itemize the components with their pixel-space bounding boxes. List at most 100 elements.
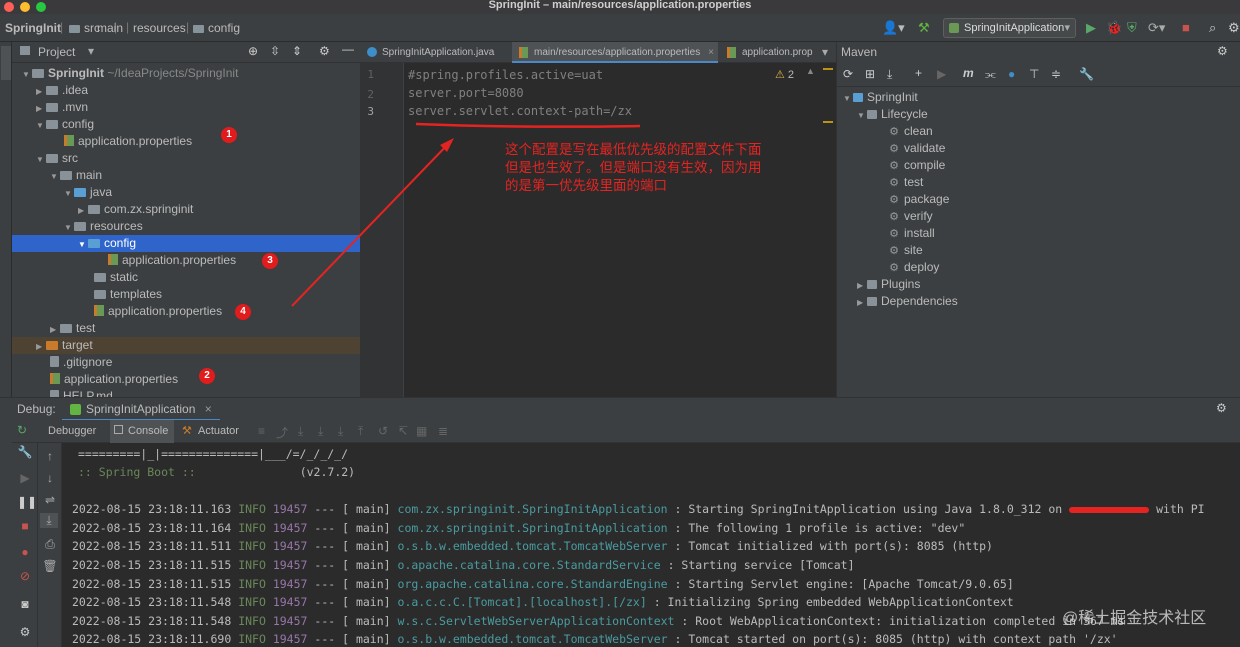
gear-icon: ⚙ bbox=[889, 245, 899, 257]
chevron-right-icon[interactable]: ▶ bbox=[857, 294, 867, 311]
wrench-icon[interactable]: 🔧 bbox=[17, 445, 33, 459]
console-action-strip: ↑ ↓ ⇌ ⤓ ⎙ 🗑 bbox=[38, 443, 62, 647]
gear-icon[interactable]: ⚙ bbox=[1217, 44, 1228, 58]
gear-icon: ⚙ bbox=[889, 160, 899, 172]
debug-session-tab[interactable]: SpringInitApplication × bbox=[62, 398, 220, 421]
wrench-icon[interactable]: 🔧 bbox=[1079, 67, 1094, 81]
folder-icon bbox=[867, 110, 877, 119]
chevron-down-icon[interactable]: ▼ bbox=[857, 107, 867, 124]
debug-panel-header: Debug: SpringInitApplication × ⚙ bbox=[0, 397, 1240, 421]
gear-icon: ⚙ bbox=[889, 211, 899, 223]
pause-icon[interactable]: ❚❚ bbox=[17, 495, 37, 509]
evaluate-icon[interactable]: ▦ bbox=[416, 424, 427, 438]
log-line: 2022-08-15 23:18:11.515 INFO 19457 --- [… bbox=[72, 558, 855, 572]
annotation-note: 这个配置是写在最低优先级的配置文件下面 但是也生效了。但是端口没有生效，因为用 … bbox=[505, 141, 762, 195]
chevron-down-icon[interactable]: ▼ bbox=[843, 90, 853, 107]
chevron-right-icon[interactable]: ▶ bbox=[857, 277, 867, 294]
print-icon[interactable]: ⎙ bbox=[42, 537, 58, 552]
toggle-offline-icon[interactable]: ⫘ bbox=[985, 67, 996, 82]
add-icon[interactable]: + bbox=[915, 66, 922, 80]
actuator-icon: ⚒ bbox=[182, 425, 192, 437]
banner-line: =========|_|==============|___/=/_/_/_/ bbox=[78, 447, 349, 461]
mute-breakpoints-icon[interactable]: ⊘ bbox=[17, 569, 33, 583]
step-out-icon[interactable]: ⤒ bbox=[358, 424, 363, 439]
maven-goal-validate[interactable]: ⚙ validate bbox=[889, 140, 945, 157]
maven-goal-deploy[interactable]: ⚙ deploy bbox=[889, 259, 939, 276]
step-over-icon[interactable]: ⤓ bbox=[298, 424, 303, 439]
trace-icon[interactable]: ≣ bbox=[438, 424, 448, 438]
drop-frame-icon[interactable]: ↺ bbox=[378, 424, 388, 438]
trash-icon[interactable]: 🗑 bbox=[42, 559, 58, 573]
log-line: 2022-08-15 23:18:11.164 INFO 19457 --- [… bbox=[72, 521, 966, 535]
gear-icon: ⚙ bbox=[889, 194, 899, 206]
folder-icon bbox=[867, 280, 877, 289]
camera-icon[interactable]: ◙ bbox=[17, 597, 33, 611]
maven-project-springinit[interactable]: ▼ SpringInit bbox=[843, 89, 918, 106]
settings-icon[interactable]: ⚙ bbox=[17, 625, 33, 639]
rerun-icon[interactable]: ↻ bbox=[17, 423, 27, 437]
gear-icon: ⚙ bbox=[889, 143, 899, 155]
gear-icon: ⚙ bbox=[889, 126, 899, 138]
close-tab-icon[interactable]: × bbox=[205, 402, 212, 416]
maven-goal-compile[interactable]: ⚙ compile bbox=[889, 157, 945, 174]
log-line: 2022-08-15 23:18:11.515 INFO 19457 --- [… bbox=[72, 577, 1014, 591]
watermark: @稀土掘金技术社区 bbox=[1062, 610, 1207, 627]
maven-goal-test[interactable]: ⚙ test bbox=[889, 174, 923, 191]
folder-icon bbox=[867, 297, 877, 306]
annotation-arrow-line bbox=[291, 139, 453, 307]
annotation-line: 但是也生效了。但是端口没有生效，因为用 bbox=[505, 160, 762, 175]
up-arrow-icon[interactable]: ↑ bbox=[42, 449, 58, 463]
resume-icon[interactable]: ▶ bbox=[17, 471, 33, 485]
layout-icon[interactable]: ≡ bbox=[258, 424, 265, 438]
gear-icon: ⚙ bbox=[889, 228, 899, 240]
skip-tests-icon[interactable]: ● bbox=[1008, 67, 1015, 81]
maven-goal-package[interactable]: ⚙ package bbox=[889, 191, 949, 208]
gear-icon: ⚙ bbox=[889, 177, 899, 189]
show-execution-point-icon[interactable]: ⤴ bbox=[276, 424, 288, 441]
down-arrow-icon[interactable]: ↓ bbox=[42, 471, 58, 485]
maven-panel-header: Maven ⚙ bbox=[836, 42, 1240, 63]
left-tool-strip bbox=[0, 420, 12, 647]
maven-plugins[interactable]: ▶ Plugins bbox=[857, 276, 920, 293]
annotation-line: 这个配置是写在最低优先级的配置文件下面 bbox=[505, 142, 762, 157]
log-line: 2022-08-15 23:18:11.511 INFO 19457 --- [… bbox=[72, 539, 993, 553]
view-breakpoints-icon[interactable]: ● bbox=[17, 545, 33, 559]
maven-toolbar: ⟳ ⊞ ⤓ + ▶ m ⫘ ● ⊤ ≑ 🔧 bbox=[836, 63, 1240, 87]
annotation-underline bbox=[415, 122, 641, 128]
console-icon bbox=[114, 425, 123, 434]
annotation-line: 的是第一优先级里面的端口 bbox=[505, 178, 667, 193]
run-icon[interactable]: ▶ bbox=[937, 67, 946, 81]
log-line: 2022-08-15 23:18:11.690 INFO 19457 --- [… bbox=[72, 632, 1118, 646]
gear-icon[interactable]: ⚙ bbox=[1216, 401, 1227, 415]
spring-boot-version-line: :: Spring Boot :: (v2.7.2) bbox=[78, 465, 356, 479]
step-into-icon[interactable]: ⤓ bbox=[318, 424, 323, 439]
collapse-icon[interactable]: ≑ bbox=[1051, 67, 1061, 81]
stop-icon[interactable]: ■ bbox=[17, 519, 33, 533]
reload-icon[interactable]: ⟳ bbox=[843, 67, 853, 81]
run-to-cursor-icon[interactable]: ↸ bbox=[398, 424, 408, 438]
download-icon[interactable]: ⤓ bbox=[887, 67, 892, 82]
force-step-into-icon[interactable]: ⤓ bbox=[338, 424, 343, 439]
scroll-to-end-icon[interactable]: ⤓ bbox=[40, 513, 58, 528]
maven-lifecycle[interactable]: ▼ Lifecycle bbox=[857, 106, 928, 123]
log-line: 2022-08-15 23:18:11.548 INFO 19457 --- [… bbox=[72, 595, 1014, 609]
log-line: 2022-08-15 23:18:11.163 INFO 19457 --- [… bbox=[72, 502, 1205, 516]
maven-project-icon bbox=[853, 93, 863, 102]
generate-sources-icon[interactable]: ⊞ bbox=[865, 67, 875, 81]
show-dependencies-icon[interactable]: ⊤ bbox=[1029, 67, 1039, 81]
maven-tree: ▼ SpringInit ▼ Lifecycle ⚙ clean ⚙ validate … bbox=[836, 87, 1240, 397]
maven-goal-site[interactable]: ⚙ site bbox=[889, 242, 923, 259]
maven-goal-install[interactable]: ⚙ install bbox=[889, 225, 935, 242]
gear-icon: ⚙ bbox=[889, 262, 899, 274]
log-line: 2022-08-15 23:18:11.548 INFO 19457 --- [… bbox=[72, 614, 1125, 628]
soft-wrap-icon[interactable]: ⇌ bbox=[42, 493, 58, 507]
maven-goal-clean[interactable]: ⚙ clean bbox=[889, 123, 933, 140]
tab-console[interactable]: Console bbox=[110, 420, 174, 443]
debug-action-strip: 🔧 ▶ ❚❚ ■ ● ⊘ ◙ ⚙ bbox=[12, 443, 38, 647]
tab-debugger[interactable]: Debugger bbox=[48, 425, 96, 437]
maven-dependencies[interactable]: ▶ Dependencies bbox=[857, 293, 958, 310]
execute-goal-icon[interactable]: m bbox=[963, 66, 974, 80]
redaction-mark bbox=[1069, 506, 1150, 513]
tab-actuator[interactable]: ⚒ Actuator bbox=[182, 420, 252, 443]
maven-goal-verify[interactable]: ⚙ verify bbox=[889, 208, 933, 225]
